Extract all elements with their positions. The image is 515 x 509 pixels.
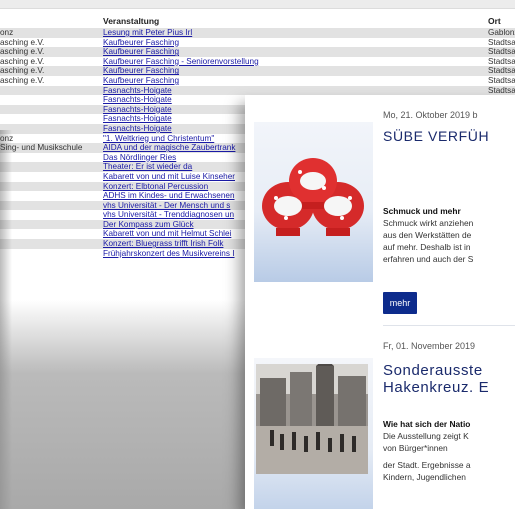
body-line: auf mehr. Deshalb ist in bbox=[383, 242, 471, 252]
organizer-cell: asching e.V. bbox=[0, 66, 45, 76]
divider bbox=[383, 325, 515, 326]
news-body-2: der Stadt. Ergebnisse a Kindern, Jugendl… bbox=[383, 459, 515, 483]
table-row: onz Lesung mit Peter Pius Irl Gablonzer Ha bbox=[0, 28, 515, 38]
news-date: Mo, 21. Oktober 2019 b bbox=[383, 110, 478, 120]
table-row: asching e.V. Kaufbeurer Fasching Stadtsaal… bbox=[0, 76, 515, 86]
body-line: aus den Werkstätten de bbox=[383, 230, 472, 240]
place-cell: Gablonzer Ha bbox=[488, 28, 515, 37]
place-cell: Stadtsaal, Au bbox=[488, 56, 515, 66]
table-row: asching e.V. Kaufbeurer Fasching Stadtsaal… bbox=[0, 66, 515, 76]
organizer-cell: asching e.V. bbox=[0, 56, 45, 66]
table-row: asching e.V. Kaufbeurer Fasching Stadtsaal… bbox=[0, 38, 515, 48]
news-date: Fr, 01. November 2019 bbox=[383, 341, 476, 351]
body-line: erfahren und auch der S bbox=[383, 254, 474, 264]
organizer-cell: onz bbox=[0, 28, 14, 37]
event-link[interactable]: Kaufbeurer Fasching bbox=[103, 66, 463, 76]
table-row: asching e.V. Kaufbeurer Fasching - Senior… bbox=[0, 57, 515, 67]
photo-icon bbox=[256, 364, 368, 474]
header-ort: Ort bbox=[488, 16, 501, 26]
body-line: Kindern, Jugendlichen bbox=[383, 472, 466, 482]
news-title[interactable]: SÜBE VERFÜH bbox=[383, 128, 515, 144]
organizer-cell: asching e.V. bbox=[0, 75, 45, 85]
news-subheading: Schmuck und mehr bbox=[383, 206, 461, 216]
table-header: Veranstaltung Ort bbox=[0, 14, 515, 28]
place-cell: Stadtsaal, Au bbox=[488, 85, 515, 95]
place-cell: Stadtsaal, Au bbox=[488, 75, 515, 85]
event-link[interactable]: Lesung mit Peter Pius Irl bbox=[103, 28, 463, 38]
organizer-cell: asching e.V. bbox=[0, 47, 45, 57]
news-image-parade[interactable] bbox=[254, 358, 373, 509]
organizer-cell: Sing- und Musikschule bbox=[0, 143, 83, 153]
body-line: der Stadt. Ergebnisse a bbox=[383, 460, 471, 470]
place-cell: Stadtsaal, Au bbox=[488, 47, 515, 57]
news-body: Die Ausstellung zeigt K von Bürger*innen bbox=[383, 430, 515, 454]
event-link[interactable]: Kaufbeurer Fasching bbox=[103, 38, 463, 48]
ornament-icon bbox=[262, 158, 364, 236]
body-line: von Bürger*innen bbox=[383, 443, 448, 453]
header-veranstaltung: Veranstaltung bbox=[103, 16, 160, 26]
overlay-shadow-bottom bbox=[0, 300, 245, 509]
news-body: Schmuck wirkt anziehen aus den Werkstätt… bbox=[383, 217, 515, 265]
organizer-cell: onz bbox=[0, 134, 86, 144]
table-row: Fasnachts-Hoigate Stadtsaal, Au bbox=[0, 85, 515, 96]
event-link[interactable]: Kaufbeurer Fasching - Seniorenvorstellun… bbox=[103, 57, 463, 67]
news-subheading: Wie hat sich der Natio bbox=[383, 419, 471, 429]
title-line: Hakenkreuz. E bbox=[383, 379, 490, 396]
event-link[interactable]: Kaufbeurer Fasching bbox=[103, 76, 463, 86]
news-title[interactable]: Sonderausste Hakenkreuz. E bbox=[383, 362, 515, 396]
news-panel: Mo, 21. Oktober 2019 b SÜBE VERFÜH Schmu… bbox=[245, 95, 515, 509]
title-line: Sonderausste bbox=[383, 362, 483, 379]
table-row: asching e.V. Kaufbeurer Fasching Stadtsaal… bbox=[0, 47, 515, 57]
event-link[interactable]: Fasnachts-Hoigate bbox=[103, 86, 463, 96]
place-cell: Stadtsaal, Au bbox=[488, 66, 515, 76]
organizer-cell: asching e.V. bbox=[0, 37, 45, 47]
body-line: Die Ausstellung zeigt K bbox=[383, 431, 469, 441]
event-link[interactable]: Kaufbeurer Fasching bbox=[103, 47, 463, 57]
news-image-ornaments[interactable] bbox=[254, 122, 373, 282]
top-bar bbox=[0, 0, 515, 9]
mehr-button[interactable]: mehr bbox=[383, 292, 417, 314]
body-line: Schmuck wirkt anziehen bbox=[383, 218, 474, 228]
place-cell: Stadtsaal, Au bbox=[488, 37, 515, 47]
